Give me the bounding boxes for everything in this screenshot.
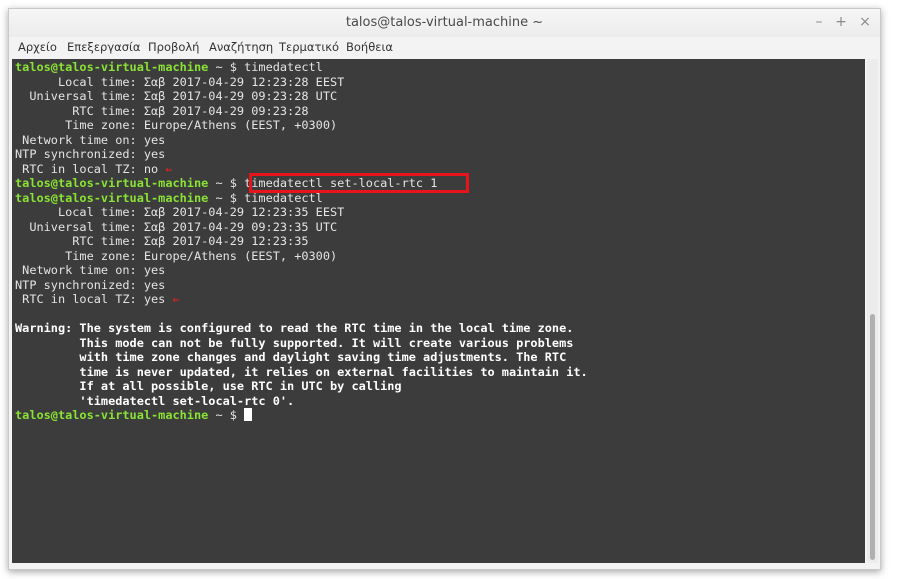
highlight-box <box>249 173 469 193</box>
scrollbar-thumb[interactable] <box>870 314 875 560</box>
output-line: Time zone: Europe/Athens (EEST, +0300) <box>15 248 338 263</box>
output-line: RTC time: Σαβ 2017-04-29 09:23:28 <box>15 103 309 118</box>
prompt: talos@talos-virtual-machine <box>15 190 209 205</box>
close-icon[interactable]: × <box>855 12 875 32</box>
output-line: Network time on: yes <box>15 132 166 147</box>
rtc-local-text: RTC in local TZ: yes <box>15 292 173 306</box>
maximize-icon[interactable]: + <box>831 12 851 32</box>
warning-line: This mode can not be fully supported. It… <box>15 335 574 350</box>
output-line: NTP synchronized: yes <box>15 147 166 161</box>
prompt-suffix: ~ $ <box>208 176 245 190</box>
menu-edit[interactable]: Επεξεργασία <box>67 40 140 54</box>
prompt: talos@talos-virtual-machine <box>15 176 209 190</box>
warning-line: with time zone changes and daylight savi… <box>15 350 567 364</box>
window-title: talos@talos-virtual-machine ~ <box>345 15 544 30</box>
menu-help[interactable]: Βοήθεια <box>346 40 393 54</box>
output-line: Local time: Σαβ 2017-04-29 12:23:28 EEST <box>15 74 345 89</box>
text-cursor <box>244 408 253 421</box>
minimize-icon[interactable]: – <box>809 12 829 32</box>
menu-view[interactable]: Προβολή <box>148 40 199 54</box>
warning-line: 'timedatectl set-local-rtc 0'. <box>15 393 295 408</box>
output-line: NTP synchronized: yes <box>15 277 166 292</box>
menu-terminal[interactable]: Τερματικό <box>279 40 339 54</box>
rtc-local-line: RTC in local TZ: yes ⇐ <box>15 292 180 306</box>
prompt-line: talos@talos-virtual-machine ~ $ timedate… <box>15 60 323 74</box>
prompt: talos@talos-virtual-machine <box>15 408 209 422</box>
red-arrow-icon: ⇐ <box>165 161 173 176</box>
title-bar[interactable]: talos@talos-virtual-machine ~ – + × <box>9 9 880 37</box>
command-text: timedatectl <box>244 60 323 74</box>
red-arrow-icon: ⇐ <box>172 292 180 306</box>
menu-bar: Αρχείο Επεξεργασία Προβολή Αναζήτηση Τερ… <box>9 37 880 59</box>
prompt: talos@talos-virtual-machine <box>15 60 209 74</box>
warning-line: If at all possible, use RTC in UTC by ca… <box>15 379 402 393</box>
output-line: Network time on: yes <box>15 263 166 277</box>
prompt-line: talos@talos-virtual-machine ~ $ <box>15 408 253 422</box>
output-line: Local time: Σαβ 2017-04-29 12:23:35 EEST <box>15 205 345 219</box>
prompt-suffix: ~ $ <box>208 190 245 205</box>
warning-line: Warning: The system is configured to rea… <box>15 321 574 335</box>
warning-line: time is never updated, it relies on exte… <box>15 364 588 379</box>
prompt-suffix: ~ $ <box>208 60 245 74</box>
prompt-suffix: ~ $ <box>208 408 245 422</box>
scrollbar[interactable] <box>867 59 878 563</box>
menu-search[interactable]: Αναζήτηση <box>209 40 273 54</box>
output-line: Time zone: Europe/Athens (EEST, +0300) <box>15 118 338 132</box>
output-line: Universal time: Σαβ 2017-04-29 09:23:28 … <box>15 89 338 103</box>
terminal-window: talos@talos-virtual-machine ~ – + × Αρχε… <box>8 8 881 570</box>
menu-file[interactable]: Αρχείο <box>18 40 57 54</box>
terminal-output[interactable]: talos@talos-virtual-machine ~ $ timedate… <box>12 59 865 563</box>
output-line: Universal time: Σαβ 2017-04-29 09:23:35 … <box>15 219 338 234</box>
output-line: RTC time: Σαβ 2017-04-29 12:23:35 <box>15 234 309 248</box>
rtc-local-line: RTC in local TZ: no ⇐ <box>15 161 173 176</box>
rtc-local-text: RTC in local TZ: no <box>15 161 166 176</box>
